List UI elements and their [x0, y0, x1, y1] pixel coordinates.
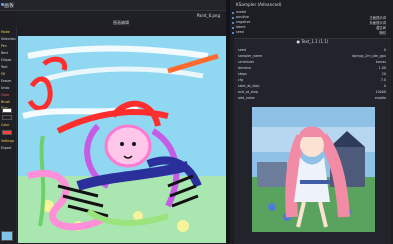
tool-ellipse[interactable]: Ellipse — [1, 57, 15, 63]
field-steps[interactable]: steps 20 — [238, 72, 386, 77]
painter-title: 图画编辑 — [16, 20, 226, 27]
tool-export[interactable]: Export — [1, 145, 15, 151]
color-swatch-red[interactable] — [2, 130, 12, 135]
field-cfg[interactable]: cfg 7.0 — [238, 78, 386, 83]
settings-title: ● Text_1.1 (1.1) — [296, 39, 329, 44]
field-seed[interactable]: seed 0 — [238, 48, 386, 53]
thumbnail — [1, 231, 13, 241]
tool-clear[interactable]: Clear — [1, 92, 15, 98]
tool-fill[interactable]: Fill — [1, 71, 15, 77]
field-sampler[interactable]: sampler_name dpmpp_2m_sde_gpu — [238, 54, 386, 59]
field-scheduler[interactable]: scheduler karras — [238, 60, 386, 65]
drawing-canvas[interactable] — [18, 36, 226, 243]
field-denoise[interactable]: denoise 1.00 — [238, 66, 386, 71]
painter-tag[interactable]: Paint_6.png — [197, 13, 220, 18]
field-start-step[interactable]: start_at_step 0 — [238, 84, 386, 89]
tool-text[interactable]: Text — [1, 64, 15, 70]
tool-brush-size[interactable]: Brush Size — [1, 99, 15, 110]
tool-rect[interactable]: Rect — [1, 50, 15, 56]
tool-selection[interactable]: Selection — [1, 36, 16, 42]
tool-color[interactable]: Color — [1, 122, 15, 128]
field-end-step[interactable]: end_at_step 10000 — [238, 90, 386, 95]
preview-illustration — [252, 107, 375, 232]
tool-settings[interactable]: Settings — [1, 138, 15, 144]
color-swatch-white[interactable] — [2, 108, 12, 113]
input-row-seed[interactable]: seed 随机 — [232, 30, 386, 35]
field-add-noise[interactable]: add_noise enable — [238, 96, 386, 101]
color-swatch-black[interactable] — [2, 115, 12, 120]
tool-pen[interactable]: Pen — [1, 43, 15, 49]
canvas-drawing — [18, 45, 226, 243]
node-title: 画板 — [4, 3, 15, 9]
sampler-title: KSampler (Advanced) — [236, 2, 282, 7]
tool-mode[interactable]: Mode — [1, 29, 15, 35]
tool-undo[interactable]: Undo — [1, 85, 15, 91]
output-preview-image[interactable] — [252, 107, 375, 232]
tool-eraser[interactable]: Eraser — [1, 78, 15, 84]
